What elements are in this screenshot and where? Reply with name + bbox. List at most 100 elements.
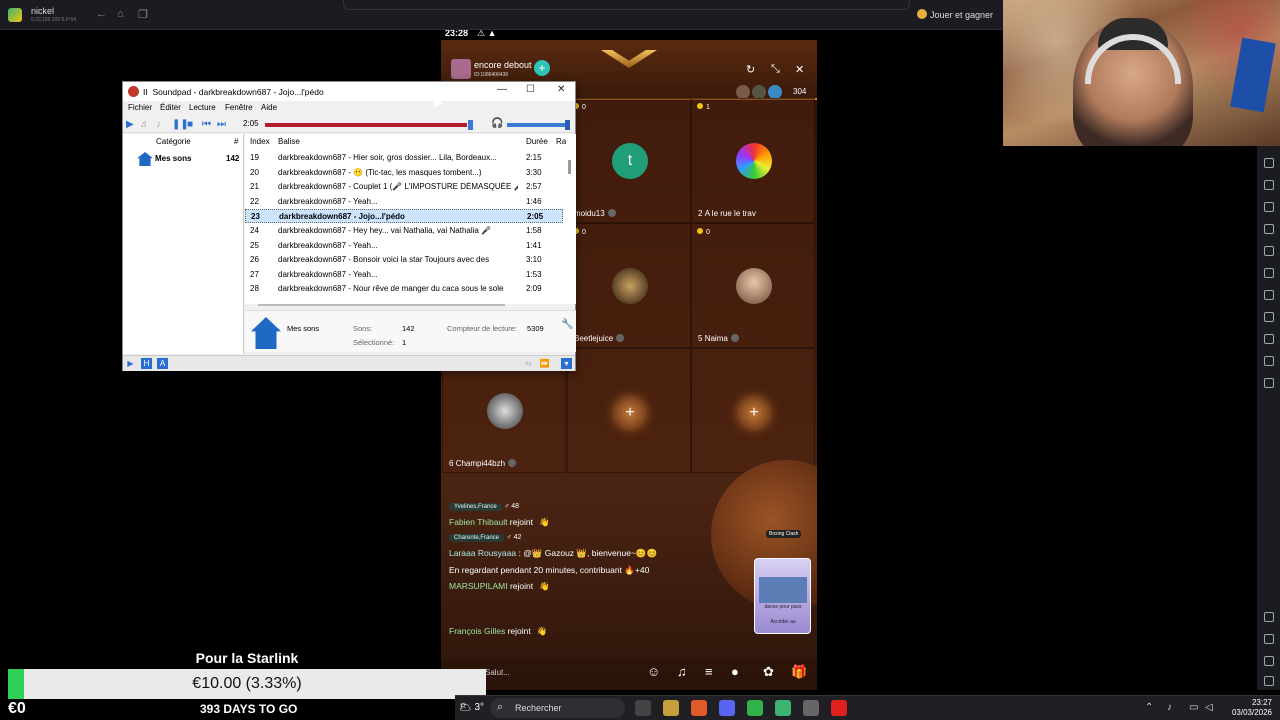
- menu-icon[interactable]: ≡: [705, 664, 713, 679]
- app-green-icon[interactable]: [747, 700, 763, 716]
- sound-row[interactable]: 22 darkbreakdown687 - Yeah... 1:46: [245, 195, 563, 209]
- close-icon[interactable]: ✕: [795, 63, 804, 76]
- mic-icon[interactable]: ♪: [156, 119, 161, 130]
- stop-icon[interactable]: ■: [187, 119, 193, 130]
- play-and-earn-button[interactable]: Jouer et gagner: [916, 9, 993, 20]
- settings-icon[interactable]: [1264, 612, 1274, 622]
- headphones-icon[interactable]: ♬: [140, 119, 150, 130]
- game-icon[interactable]: ●: [731, 664, 739, 679]
- play-icon[interactable]: ▶: [126, 119, 134, 130]
- home-icon[interactable]: ⌂: [117, 8, 124, 20]
- layers-icon[interactable]: [1264, 356, 1274, 366]
- app-gray-icon[interactable]: [803, 700, 819, 716]
- tray-chevron-icon[interactable]: ⌃: [1145, 702, 1153, 713]
- menu-aide[interactable]: Aide: [261, 103, 277, 112]
- folder-icon[interactable]: [1264, 246, 1274, 256]
- taskbar-date[interactable]: 03/03/2026: [1220, 708, 1272, 717]
- weather-widget[interactable]: 🌥 3°: [459, 702, 484, 713]
- close-button[interactable]: ✕: [557, 84, 565, 95]
- col-index[interactable]: Index: [250, 137, 270, 146]
- eco-icon[interactable]: [1264, 312, 1274, 322]
- category-item[interactable]: Mes sons 142: [123, 151, 243, 167]
- emulator-icon[interactable]: [775, 700, 791, 716]
- macro-icon[interactable]: [1264, 290, 1274, 300]
- seat-naima[interactable]: 0 5 Naima: [691, 223, 815, 348]
- taskbar-search[interactable]: ⌕ Rechercher: [490, 698, 625, 718]
- seat-a-le-rue[interactable]: 1 2 A le rue le trav: [691, 98, 815, 223]
- record-icon[interactable]: [1264, 224, 1274, 234]
- discord-icon[interactable]: [719, 700, 735, 716]
- next-icon[interactable]: ⏭: [217, 119, 226, 130]
- volume-knob[interactable]: [565, 120, 570, 130]
- volume-slider[interactable]: [507, 123, 569, 127]
- seat-moidu13[interactable]: 0 t moidu13: [567, 98, 691, 223]
- play-small-icon[interactable]: ▶: [125, 358, 136, 369]
- sound-row[interactable]: 25 darkbreakdown687 - Yeah... 1:41: [245, 239, 563, 253]
- chat-icon[interactable]: ▾: [561, 358, 572, 369]
- soundpad-title-bar[interactable]: II Soundpad - darkbreakdown687 - Jojo...…: [123, 82, 575, 101]
- rotate-icon[interactable]: [1264, 268, 1274, 278]
- sound-row[interactable]: 23 darkbreakdown687 - Jojo...l'pédo 2:05: [245, 209, 563, 224]
- brave-icon[interactable]: [691, 700, 707, 716]
- progress-knob[interactable]: [468, 120, 473, 130]
- wrench-icon[interactable]: 🔧: [561, 319, 573, 330]
- boxing-clash-badge[interactable]: Boxing Clash: [766, 530, 802, 538]
- menu-lecture[interactable]: Lecture: [189, 103, 216, 112]
- previous-icon[interactable]: ⏮: [202, 119, 211, 130]
- forward-icon[interactable]: ⏩: [539, 358, 550, 369]
- audio-icon[interactable]: ♫: [677, 664, 687, 679]
- network-icon[interactable]: ▭: [1189, 702, 1198, 713]
- playback-progress[interactable]: [265, 123, 467, 127]
- sound-row[interactable]: 26 darkbreakdown687 - Bonsoir voici la st…: [245, 253, 563, 267]
- minimize-button[interactable]: —: [497, 84, 507, 95]
- text-icon[interactable]: A: [157, 358, 168, 369]
- headset-toggle-icon[interactable]: 🎧: [491, 118, 503, 129]
- back-arrow-icon[interactable]: [1264, 634, 1274, 644]
- promo-card[interactable]: danse pour pass Accéder au: [754, 558, 811, 634]
- mic-tray-icon[interactable]: ♪: [1167, 702, 1172, 713]
- loop-icon[interactable]: ⇆: [523, 358, 534, 369]
- hotkey-icon[interactable]: H: [141, 358, 152, 369]
- back-icon[interactable]: ←: [96, 8, 107, 20]
- youtube-icon[interactable]: [831, 700, 847, 716]
- url-bar[interactable]: [343, 0, 910, 10]
- task-view-icon[interactable]: [635, 700, 651, 716]
- follow-button[interactable]: +: [534, 60, 550, 76]
- gift-icon[interactable]: 🎁: [791, 664, 807, 680]
- rose-icon[interactable]: ✿: [763, 664, 774, 680]
- keyboard-icon[interactable]: [1264, 158, 1274, 168]
- seat-empty-8[interactable]: +: [691, 348, 815, 473]
- menu-editer[interactable]: Éditer: [160, 103, 181, 112]
- sound-row[interactable]: 24 darkbreakdown687 - Hey hey... vai Nath…: [245, 224, 563, 238]
- gamepad-icon[interactable]: [1264, 180, 1274, 190]
- windows-icon[interactable]: ❐: [138, 8, 148, 21]
- location-icon[interactable]: [1264, 334, 1274, 344]
- recents-icon[interactable]: [1264, 676, 1274, 686]
- taskbar-time[interactable]: 23:27: [1220, 698, 1272, 707]
- seat-empty-7[interactable]: +: [567, 348, 691, 473]
- col-extra[interactable]: Ra: [556, 137, 566, 146]
- menu-fichier[interactable]: Fichier: [128, 103, 152, 112]
- sound-row[interactable]: 28 darkbreakdown687 - Nour rêve de manger…: [245, 282, 563, 296]
- refresh-icon[interactable]: [1264, 378, 1274, 388]
- menu-fenetre[interactable]: Fenêtre: [225, 103, 253, 112]
- screenshot-icon[interactable]: [1264, 202, 1274, 212]
- col-duration[interactable]: Durée: [526, 137, 548, 146]
- seat-beetlejuice[interactable]: 0 Beetlejuice: [567, 223, 691, 348]
- sound-row[interactable]: 27 darkbreakdown687 - Yeah... 1:53: [245, 268, 563, 282]
- col-tag[interactable]: Balise: [278, 137, 300, 146]
- minimize-icon[interactable]: ⤡: [771, 63, 780, 76]
- chat-input[interactable]: Salut...: [485, 668, 510, 677]
- room-avatar[interactable]: [451, 59, 471, 79]
- share-icon[interactable]: ↻: [746, 63, 755, 76]
- sound-row[interactable]: 20 darkbreakdown687 - 😶 (Tic-tac, les mas…: [245, 166, 563, 180]
- volume-icon[interactable]: ◁: [1205, 702, 1213, 713]
- horizontal-scrollbar[interactable]: [258, 304, 505, 306]
- emoji-icon[interactable]: ☺: [647, 664, 660, 679]
- sound-row[interactable]: 19 darkbreakdown687 - Hier soir, gros dos…: [245, 151, 563, 165]
- sound-row[interactable]: 21 darkbreakdown687 - Couplet 1 (🎤 L'IMPO…: [245, 180, 563, 194]
- home-btn-icon[interactable]: [1264, 656, 1274, 666]
- file-explorer-icon[interactable]: [663, 700, 679, 716]
- maximize-button[interactable]: ☐: [526, 84, 535, 95]
- vertical-scrollbar[interactable]: [568, 160, 571, 174]
